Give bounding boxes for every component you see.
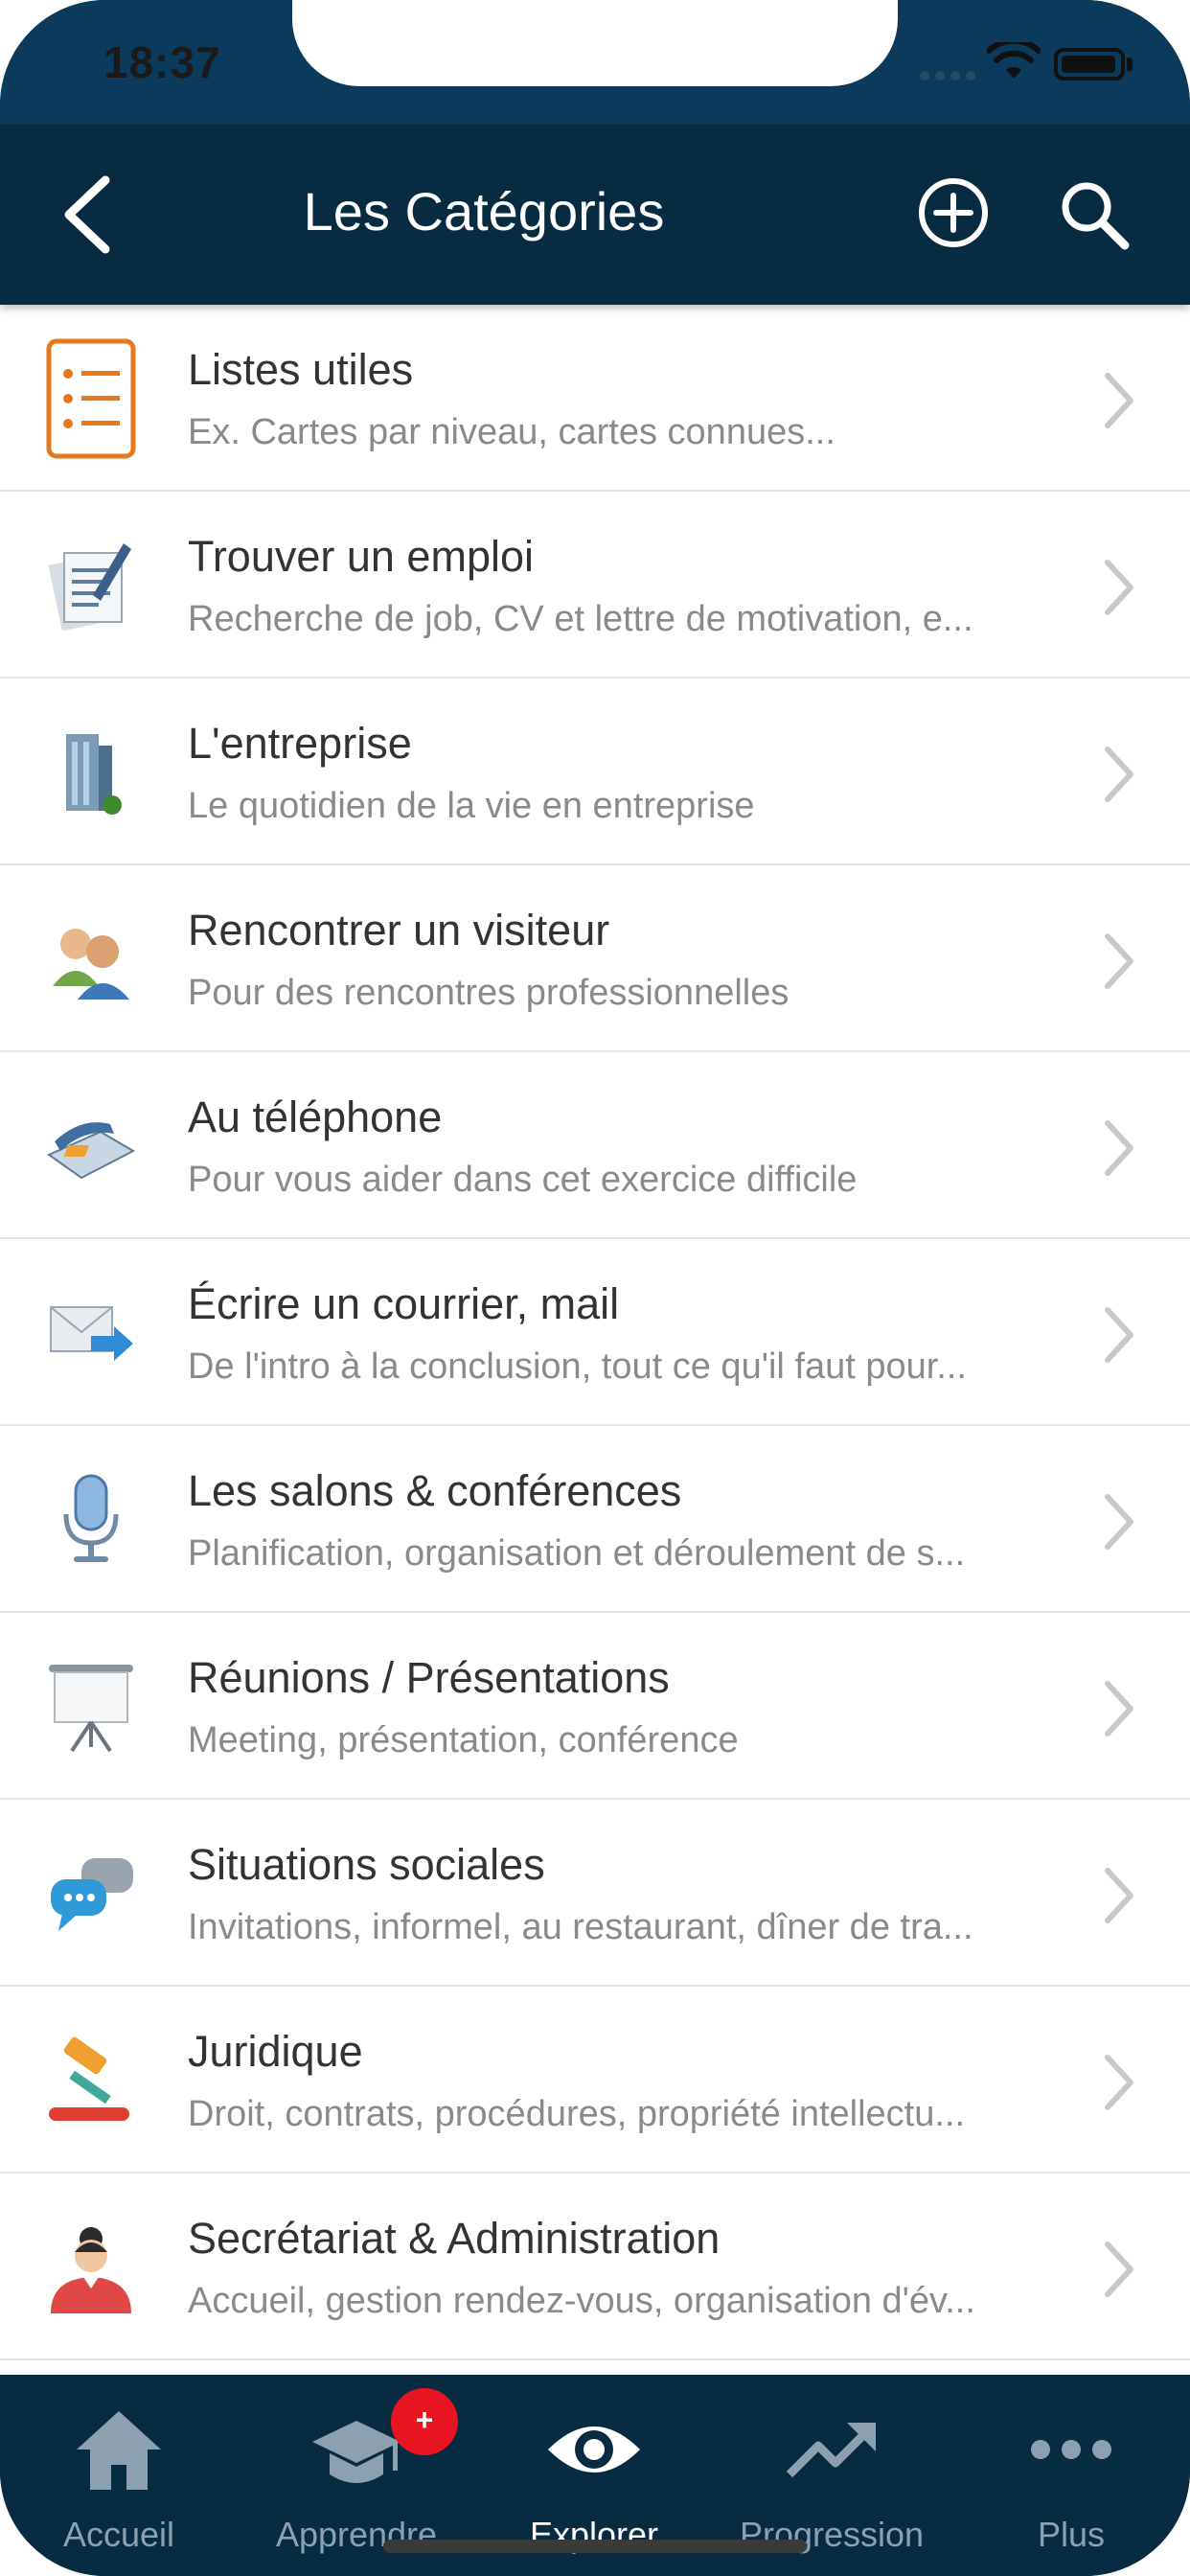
chevron-right-icon: [1105, 2242, 1133, 2297]
list-item[interactable]: Au téléphone Pour vous aider dans cet ex…: [0, 1052, 1190, 1239]
item-subtitle: Pour des rencontres professionnelles: [188, 973, 790, 1013]
item-title: L'entreprise: [188, 719, 412, 768]
item-subtitle: Pour vous aider dans cet exercice diffic…: [188, 1160, 858, 1200]
page-title: Les Catégories: [303, 181, 665, 242]
add-button[interactable]: [915, 174, 992, 251]
status-bar: 18:37: [0, 0, 1190, 125]
device-frame: 18:37 Les Catégories Listes utiles Ex. C…: [0, 0, 1190, 2576]
list-item[interactable]: Écrire un courrier, mail De l'intro à la…: [0, 1239, 1190, 1426]
item-subtitle: Le quotidien de la vie en entreprise: [188, 786, 755, 826]
item-title: Juridique: [188, 2027, 363, 2076]
chevron-right-icon: [1105, 373, 1133, 428]
graduation-cap-icon: [312, 2421, 400, 2483]
microphone-icon: [40, 1469, 142, 1571]
eye-icon: [548, 2426, 640, 2472]
item-subtitle: Invitations, informel, au restaurant, dî…: [188, 1907, 973, 1947]
notification-badge: +: [391, 2388, 458, 2455]
category-list: Listes utiles Ex. Cartes par niveau, car…: [0, 305, 1190, 2375]
battery-tip: [1127, 58, 1133, 71]
item-title: Rencontrer un visiteur: [188, 906, 610, 954]
item-title: Les salons & conférences: [188, 1466, 682, 1515]
wifi-icon: [987, 42, 1041, 79]
item-subtitle: Droit, contrats, procédures, propriété i…: [188, 2094, 966, 2134]
chevron-right-icon: [1105, 1120, 1133, 1176]
list-item[interactable]: Les salons & conférences Planification, …: [0, 1426, 1190, 1613]
list-item[interactable]: Trouver un emploi Recherche de job, CV e…: [0, 492, 1190, 678]
search-button[interactable]: [1054, 174, 1134, 255]
chevron-right-icon: [1105, 747, 1133, 802]
list-icon: [40, 338, 142, 459]
list-item[interactable]: Secrétariat & Administration Accueil, ge…: [0, 2174, 1190, 2360]
list-item[interactable]: L'entreprise Le quotidien de la vie en e…: [0, 678, 1190, 865]
list-item[interactable]: Listes utiles Ex. Cartes par niveau, car…: [0, 305, 1190, 492]
chat-bubbles-icon: [40, 1843, 142, 1944]
notch: [292, 0, 898, 86]
list-item[interactable]: Situations sociales Invitations, informe…: [0, 1800, 1190, 1987]
people-icon: [40, 908, 142, 1010]
item-title: Au téléphone: [188, 1092, 443, 1141]
item-subtitle: Planification, organisation et dérouleme…: [188, 1533, 966, 1574]
item-subtitle: Meeting, présentation, conférence: [188, 1720, 739, 1760]
chevron-right-icon: [1105, 1307, 1133, 1363]
more-dots-icon: [1031, 2440, 1111, 2459]
telephone-icon: [40, 1095, 142, 1197]
tab-label: Plus: [1037, 2515, 1106, 2554]
list-item[interactable]: Juridique Droit, contrats, procédures, p…: [0, 1987, 1190, 2174]
item-title: Secrétariat & Administration: [188, 2214, 721, 2263]
chevron-right-icon: [1105, 1494, 1133, 1550]
building-icon: [40, 722, 142, 823]
home-indicator[interactable]: [383, 2540, 807, 2553]
battery-icon: [1054, 48, 1125, 80]
presentation-board-icon: [40, 1656, 142, 1758]
item-title: Situations sociales: [188, 1840, 545, 1889]
trending-up-icon: [786, 2423, 876, 2478]
item-title: Trouver un emploi: [188, 532, 534, 581]
chevron-right-icon: [1105, 933, 1133, 989]
item-subtitle: Ex. Cartes par niveau, cartes connues...: [188, 412, 835, 452]
chevron-right-icon: [1105, 560, 1133, 615]
mail-arrow-icon: [40, 1282, 142, 1384]
item-title: Listes utiles: [188, 345, 414, 394]
tab-accueil[interactable]: Accueil: [0, 2375, 238, 2576]
list-item[interactable]: Réunions / Présentations Meeting, présen…: [0, 1613, 1190, 1800]
item-subtitle: Accueil, gestion rendez-vous, organisati…: [188, 2281, 975, 2321]
status-time: 18:37: [103, 37, 221, 87]
secretary-icon: [40, 2217, 142, 2318]
gavel-icon: [40, 2030, 142, 2131]
chevron-right-icon: [1105, 1868, 1133, 1923]
tab-label: Accueil: [62, 2515, 175, 2554]
item-title: Réunions / Présentations: [188, 1653, 670, 1702]
navigation-bar: Les Catégories: [0, 125, 1190, 305]
home-icon: [77, 2411, 161, 2490]
tab-plus[interactable]: Plus: [952, 2375, 1190, 2576]
item-title: Écrire un courrier, mail: [188, 1279, 620, 1328]
cellular-signal-icon: [920, 71, 975, 80]
item-subtitle: Recherche de job, CV et lettre de motiva…: [188, 599, 973, 639]
document-pencil-icon: [40, 535, 142, 636]
chevron-right-icon: [1105, 2055, 1133, 2110]
item-subtitle: De l'intro à la conclusion, tout ce qu'i…: [188, 1346, 967, 1387]
list-item[interactable]: Rencontrer un visiteur Pour des rencontr…: [0, 865, 1190, 1052]
chevron-right-icon: [1105, 1681, 1133, 1736]
